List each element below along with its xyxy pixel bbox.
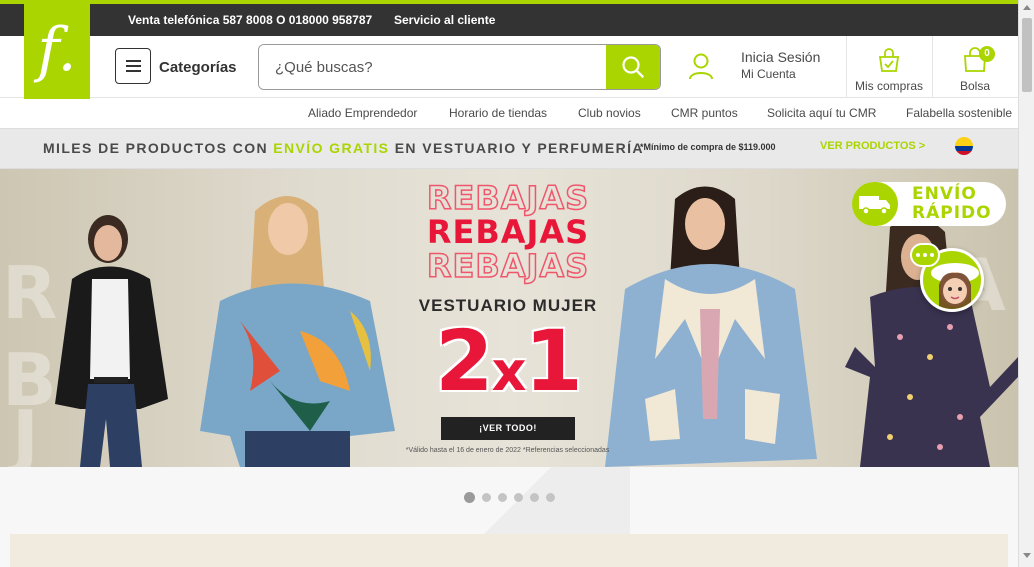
my-purchases-button[interactable]: Mis compras bbox=[846, 36, 932, 98]
login-title[interactable]: Inicia Sesión bbox=[741, 49, 820, 65]
my-purchases-label: Mis compras bbox=[854, 79, 923, 93]
nav-falabella-sostenible[interactable]: Falabella sostenible bbox=[906, 106, 1012, 120]
nav-cmr-puntos[interactable]: CMR puntos bbox=[671, 106, 738, 120]
search-icon bbox=[622, 56, 644, 78]
scroll-up-arrow[interactable] bbox=[1023, 5, 1031, 10]
envio-line1: ENVÍO bbox=[912, 184, 977, 204]
colombia-flag-icon[interactable] bbox=[955, 137, 973, 155]
chat-bubble-icon[interactable] bbox=[910, 243, 940, 267]
hamburger-icon bbox=[125, 60, 141, 62]
bubble-dot bbox=[916, 253, 920, 257]
truck-icon bbox=[852, 182, 898, 226]
flag-stripe bbox=[955, 151, 973, 155]
shopping-bag-icon bbox=[878, 48, 900, 72]
rebajas-title: REBAJAS bbox=[426, 213, 590, 251]
carousel-dots bbox=[464, 491, 555, 503]
bottom-info-card bbox=[10, 534, 1008, 567]
offer-2x1: 2x1 bbox=[408, 319, 608, 403]
carousel-dot[interactable] bbox=[530, 492, 539, 502]
search-bar bbox=[258, 44, 661, 90]
bag-button[interactable]: 0 Bolsa bbox=[932, 36, 1018, 98]
rebajas-outline-top: REBAJAS bbox=[426, 178, 590, 218]
hero-banner[interactable]: R B J A bbox=[0, 169, 1018, 467]
nav-solicita-cmr[interactable]: Solicita aquí tu CMR bbox=[767, 106, 876, 120]
bag-label: Bolsa bbox=[959, 79, 991, 93]
my-account-link[interactable]: Mi Cuenta bbox=[741, 67, 796, 81]
phone-sales-link[interactable]: Venta telefónica 587 8008 O 018000 95878… bbox=[128, 13, 372, 27]
falabella-home: Venta telefónica 587 8008 O 018000 95878… bbox=[0, 0, 1034, 567]
hamburger-line bbox=[125, 70, 141, 72]
carousel-dot[interactable] bbox=[514, 492, 523, 502]
scroll-down-arrow[interactable] bbox=[1023, 553, 1031, 558]
offer-number-b: 1 bbox=[524, 312, 582, 410]
bubble-dot bbox=[923, 253, 927, 257]
categories-menu-button[interactable] bbox=[115, 48, 151, 84]
model-photo-2 bbox=[200, 196, 395, 467]
promo-text: MILES DE PRODUCTOS CON ENVÍO GRATIS EN V… bbox=[43, 140, 644, 156]
carousel-dot[interactable] bbox=[546, 492, 555, 502]
promo-text-after: EN VESTUARIO Y PERFUMERÍA bbox=[389, 140, 644, 156]
customer-service-link[interactable]: Servicio al cliente bbox=[394, 13, 495, 27]
envio-line2: RÁPIDO bbox=[912, 203, 992, 223]
carousel-dot[interactable] bbox=[482, 492, 491, 502]
nav-horario-tiendas[interactable]: Horario de tiendas bbox=[449, 106, 547, 120]
bg-letter: J bbox=[12, 395, 39, 467]
offer-number-a: 2 bbox=[435, 312, 493, 410]
secondary-nav: Aliado Emprendedor Horario de tiendas Cl… bbox=[0, 99, 1018, 128]
bubble-dot bbox=[930, 253, 934, 257]
promo-highlight: ENVÍO GRATIS bbox=[273, 140, 390, 156]
validity-note: *Válido hasta el 16 de enero de 2022 *Re… bbox=[405, 447, 610, 454]
promo-minimum: *Mínimo de compra de $119.000 bbox=[640, 142, 776, 152]
fast-shipping-badge: ENVÍO RÁPIDO bbox=[852, 182, 1006, 226]
rebajas-outline-bottom: REBAJAS bbox=[426, 246, 590, 286]
model-photo-3 bbox=[605, 186, 817, 467]
main-header: Categorías Inicia Sesión Mi Cuenta Mis c… bbox=[0, 36, 1018, 98]
scrollbar-thumb[interactable] bbox=[1022, 18, 1032, 92]
search-button[interactable] bbox=[606, 45, 660, 89]
vertical-scrollbar[interactable] bbox=[1018, 0, 1034, 567]
logo-letter: f. bbox=[37, 14, 77, 85]
search-input[interactable] bbox=[259, 45, 609, 89]
hamburger-line bbox=[125, 65, 141, 67]
free-shipping-strip: MILES DE PRODUCTOS CON ENVÍO GRATIS EN V… bbox=[0, 128, 1018, 169]
carousel-dot[interactable] bbox=[498, 492, 507, 502]
nav-aliado-emprendedor[interactable]: Aliado Emprendedor bbox=[308, 106, 417, 120]
user-icon[interactable] bbox=[688, 52, 714, 80]
carousel-dot[interactable] bbox=[464, 491, 475, 503]
model-photo-1 bbox=[55, 215, 168, 467]
promo-text-before: MILES DE PRODUCTOS CON bbox=[43, 140, 274, 156]
view-products-link[interactable]: VER PRODUCTOS > bbox=[820, 140, 925, 152]
truck-glyph bbox=[859, 196, 890, 215]
offer-x: x bbox=[491, 340, 527, 403]
nav-club-novios[interactable]: Club novios bbox=[578, 106, 641, 120]
categories-label[interactable]: Categorías bbox=[159, 59, 237, 76]
falabella-logo[interactable]: f. bbox=[24, 0, 90, 99]
top-info-bar: Venta telefónica 587 8008 O 018000 95878… bbox=[0, 4, 1018, 36]
bag-count-badge: 0 bbox=[979, 46, 995, 62]
flag-stripe bbox=[955, 137, 973, 146]
see-all-button[interactable]: ¡VER TODO! bbox=[441, 417, 575, 440]
